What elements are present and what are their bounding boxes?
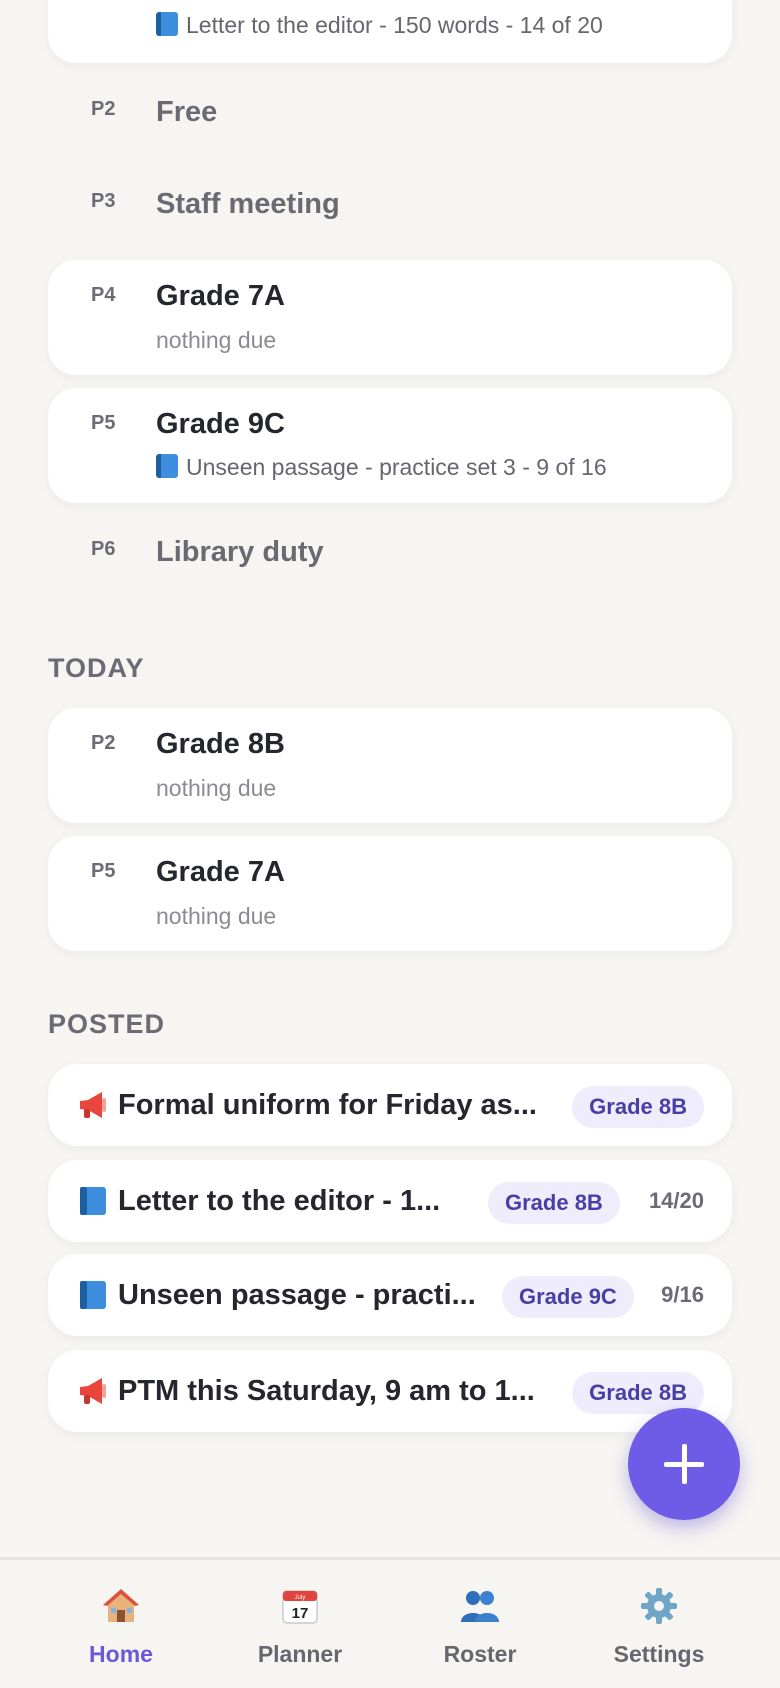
- period-title: Library duty: [156, 536, 324, 568]
- posted-title: Formal uniform for Friday as...: [118, 1089, 537, 1121]
- nav-label: Settings: [613, 1641, 705, 1667]
- nav-label: Home: [89, 1641, 153, 1667]
- megaphone-icon: [80, 1378, 106, 1404]
- schedule-card-p1[interactable]: Letter to the editor - 150 words - 14 of…: [48, 0, 732, 63]
- period-label: P3: [91, 190, 116, 212]
- bottom-navigation: Home July 17 Planner Roster Settings: [0, 1557, 780, 1688]
- people-icon: [461, 1591, 499, 1622]
- class-title: Grade 9C: [156, 408, 285, 440]
- calendar-day: 17: [292, 1605, 309, 1622]
- section-heading-posted: POSTED: [48, 1009, 166, 1039]
- period-label: P6: [91, 538, 116, 560]
- gear-icon: [641, 1588, 677, 1624]
- nav-tab-roster[interactable]: Roster: [390, 1560, 570, 1688]
- due-status: nothing due: [156, 903, 277, 929]
- class-badge: Grade 9C: [502, 1276, 634, 1318]
- add-post-button[interactable]: [628, 1408, 740, 1520]
- task-line: Unseen passage - practice set 3 - 9 of 1…: [156, 454, 607, 481]
- submission-count: 9/16: [661, 1282, 704, 1307]
- period-title: Free: [156, 96, 218, 128]
- class-title: Grade 7A: [156, 280, 285, 312]
- book-icon: [80, 1187, 106, 1215]
- nav-label: Planner: [257, 1641, 343, 1667]
- period-label: P5: [91, 860, 116, 882]
- posted-title: Unseen passage - practi...: [118, 1279, 476, 1311]
- schedule-row-p6: P6 Library duty: [48, 530, 732, 590]
- house-icon: [103, 1589, 139, 1622]
- posted-item[interactable]: Letter to the editor - 1... Grade 8B 14/…: [48, 1160, 732, 1242]
- posted-item[interactable]: Formal uniform for Friday as... Grade 8B: [48, 1064, 732, 1146]
- book-icon: [156, 454, 178, 478]
- section-heading-today: TODAY: [48, 653, 145, 683]
- nav-tab-planner[interactable]: July 17 Planner: [210, 1560, 390, 1688]
- nav-tab-home[interactable]: Home: [31, 1560, 211, 1688]
- book-icon: [156, 12, 178, 36]
- nav-label: Roster: [443, 1641, 517, 1667]
- class-badge: Grade 8B: [572, 1086, 704, 1128]
- period-label: P2: [91, 98, 116, 120]
- schedule-card-p5[interactable]: P5 Grade 9C Unseen passage - practice se…: [48, 388, 732, 503]
- book-icon: [80, 1281, 106, 1309]
- submission-count: 14/20: [648, 1188, 704, 1213]
- posted-title: PTM this Saturday, 9 am to 1...: [118, 1375, 535, 1407]
- posted-item[interactable]: PTM this Saturday, 9 am to 1... Grade 8B: [48, 1350, 732, 1432]
- schedule-row-p2: P2 Free: [48, 90, 732, 150]
- today-card-p2[interactable]: P2 Grade 8B nothing due: [48, 708, 732, 823]
- due-status: nothing due: [156, 327, 277, 353]
- class-badge: Grade 8B: [488, 1182, 620, 1224]
- class-title: Grade 7A: [156, 856, 285, 888]
- task-line: Letter to the editor - 150 words - 14 of…: [156, 12, 603, 39]
- posted-item[interactable]: Unseen passage - practi... Grade 9C 9/16: [48, 1254, 732, 1336]
- due-status: nothing due: [156, 775, 277, 801]
- today-card-p5[interactable]: P5 Grade 7A nothing due: [48, 836, 732, 951]
- class-title: Grade 8B: [156, 728, 285, 760]
- period-label: P2: [91, 732, 116, 754]
- period-label: P4: [91, 284, 116, 306]
- nav-tab-settings[interactable]: Settings: [569, 1560, 749, 1688]
- posted-title: Letter to the editor - 1...: [118, 1185, 441, 1217]
- period-title: Staff meeting: [156, 188, 340, 220]
- teacher-home-screen: Letter to the editor - 150 words - 14 of…: [0, 0, 780, 1688]
- calendar-icon: July 17: [282, 1590, 318, 1624]
- calendar-month: July: [295, 1595, 306, 1601]
- megaphone-icon: [80, 1092, 106, 1118]
- period-label: P5: [91, 412, 116, 434]
- schedule-row-p3: P3 Staff meeting: [48, 182, 732, 242]
- schedule-card-p4[interactable]: P4 Grade 7A nothing due: [48, 260, 732, 375]
